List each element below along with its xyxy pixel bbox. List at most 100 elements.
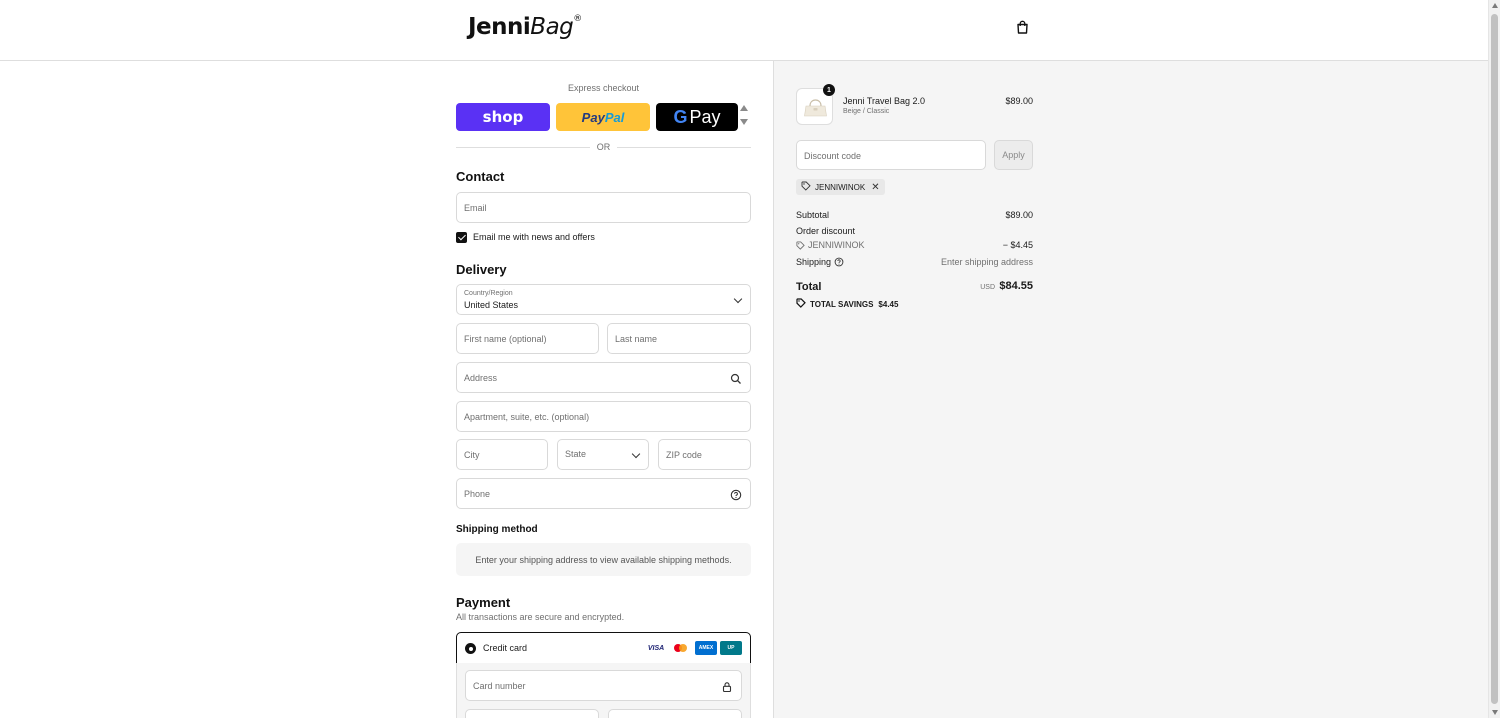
paypal-label-pal: Pal xyxy=(604,109,625,125)
store-logo[interactable]: JenniBag® xyxy=(468,14,582,40)
product-price: $89.00 xyxy=(1005,96,1033,106)
delivery-title: Delivery xyxy=(456,262,507,277)
credit-card-radio[interactable] xyxy=(465,643,476,654)
product-name: Jenni Travel Bag 2.0 xyxy=(843,96,926,106)
country-label: Country/Region xyxy=(464,290,513,297)
phone-placeholder: Phone xyxy=(464,489,491,499)
google-pay-label: Pay xyxy=(689,106,721,127)
shipping-row: Shipping Enter shipping address xyxy=(796,257,1033,267)
shipping-value: Enter shipping address xyxy=(940,257,1033,267)
credit-card-label: Credit card xyxy=(483,643,528,653)
phone-field[interactable]: Phone xyxy=(456,478,751,509)
page-scrollbar[interactable] xyxy=(1488,0,1500,718)
payment-title: Payment xyxy=(456,595,511,610)
last-name-placeholder: Last name xyxy=(615,334,658,344)
country-select[interactable]: Country/Region United States xyxy=(456,284,751,315)
card-number-placeholder: Card number xyxy=(473,681,526,691)
discount-code-line: JENNIWINOK xyxy=(796,240,865,250)
mastercard-logo-icon xyxy=(670,641,692,655)
applied-discount-chip: JENNIWINOK ✕ xyxy=(796,179,885,195)
credit-card-option[interactable]: Credit card VISA AMEX UP xyxy=(456,632,751,664)
product-variant: Beige / Classic xyxy=(843,108,890,115)
subtotal-value: $89.00 xyxy=(1005,210,1033,220)
zip-code-placeholder: ZIP code xyxy=(666,450,702,460)
unionpay-logo-icon: UP xyxy=(720,641,742,655)
state-select[interactable]: State xyxy=(557,439,649,470)
subtotal-row: Subtotal $89.00 xyxy=(796,210,1033,220)
product-thumbnail: 1 xyxy=(796,84,835,125)
discount-code-text: JENNIWINOK xyxy=(808,240,865,250)
paypal-label-pay: Pay xyxy=(581,109,605,125)
google-pay-button[interactable]: G Pay xyxy=(656,103,738,131)
shipping-label: Shipping xyxy=(796,257,832,267)
remove-discount-close-icon[interactable]: ✕ xyxy=(871,182,879,193)
total-savings: TOTAL SAVINGS $4.45 xyxy=(796,298,898,310)
scroll-thumb[interactable] xyxy=(1491,14,1498,704)
apartment-field[interactable]: Apartment, suite, etc. (optional) xyxy=(456,401,751,432)
order-discount-label: Order discount xyxy=(796,226,856,236)
subtotal-label: Subtotal xyxy=(796,210,830,220)
security-code-field[interactable] xyxy=(608,709,742,718)
applied-discount-code: JENNIWINOK xyxy=(815,182,866,192)
apply-discount-button[interactable]: Apply xyxy=(994,140,1033,170)
credit-card-form: Card number xyxy=(456,663,751,718)
express-scroll-arrows[interactable] xyxy=(740,105,748,125)
shop-pay-label: shop xyxy=(482,108,524,126)
address-field[interactable]: Address xyxy=(456,362,751,393)
scroll-down-arrow-icon[interactable] xyxy=(1492,710,1498,715)
visa-logo-icon: VISA xyxy=(645,641,667,655)
total-value: $84.55 xyxy=(999,280,1033,292)
help-circle-icon[interactable] xyxy=(834,257,844,267)
help-circle-icon[interactable] xyxy=(730,488,742,501)
search-icon xyxy=(730,372,742,384)
total-label: Total xyxy=(796,281,822,293)
email-field[interactable]: Email xyxy=(456,192,751,223)
first-name-field[interactable]: First name (optional) xyxy=(456,323,599,354)
shopping-bag-icon[interactable] xyxy=(1016,20,1034,40)
or-divider: OR xyxy=(456,141,751,153)
discount-value: − $4.45 xyxy=(1002,240,1033,250)
apartment-placeholder: Apartment, suite, etc. (optional) xyxy=(464,412,590,422)
newsletter-label: Email me with news and offers xyxy=(473,232,595,242)
amex-logo-icon: AMEX xyxy=(695,641,717,655)
card-brand-logos: VISA AMEX UP xyxy=(645,641,742,655)
expiration-date-field[interactable] xyxy=(465,709,599,718)
triangle-down-icon[interactable] xyxy=(740,119,748,125)
shipping-method-info: Enter your shipping address to view avai… xyxy=(456,543,751,576)
email-placeholder: Email xyxy=(464,203,487,213)
city-field[interactable]: City xyxy=(456,439,548,470)
city-placeholder: City xyxy=(464,450,480,460)
discount-code-row: JENNIWINOK − $4.45 xyxy=(796,240,1033,252)
chevron-down-icon xyxy=(733,294,743,304)
triangle-up-icon[interactable] xyxy=(740,105,748,111)
quantity-badge: 1 xyxy=(823,84,835,96)
address-placeholder: Address xyxy=(464,373,498,383)
country-value: United States xyxy=(464,300,519,310)
chevron-down-icon xyxy=(631,449,641,459)
express-checkout-label: Express checkout xyxy=(567,83,640,93)
savings-label: TOTAL SAVINGS xyxy=(810,299,874,309)
paypal-button[interactable]: Pay Pal xyxy=(556,103,650,131)
tag-icon xyxy=(801,181,811,193)
contact-title: Contact xyxy=(456,169,505,184)
header: JenniBag® xyxy=(0,0,1488,61)
discount-code-placeholder: Discount code xyxy=(804,151,862,161)
divider-line xyxy=(617,147,751,148)
zip-code-field[interactable]: ZIP code xyxy=(658,439,751,470)
lock-icon xyxy=(721,680,733,693)
scroll-up-arrow-icon[interactable] xyxy=(1492,3,1498,8)
first-name-placeholder: First name (optional) xyxy=(464,334,547,344)
newsletter-checkbox[interactable] xyxy=(456,231,467,243)
payment-security-note: All transactions are secure and encrypte… xyxy=(456,612,625,622)
shop-pay-button[interactable]: shop xyxy=(456,103,550,131)
discount-code-field[interactable]: Discount code xyxy=(796,140,986,170)
total-currency: USD xyxy=(980,284,995,291)
google-g-icon: G xyxy=(673,106,688,127)
last-name-field[interactable]: Last name xyxy=(607,323,751,354)
tag-icon xyxy=(796,240,805,250)
order-discount-row: Order discount xyxy=(796,226,1033,236)
savings-tag-icon xyxy=(796,298,806,310)
newsletter-checkbox-row[interactable]: Email me with news and offers xyxy=(456,230,595,244)
card-number-field[interactable]: Card number xyxy=(465,670,742,701)
savings-value: $4.45 xyxy=(878,299,899,309)
